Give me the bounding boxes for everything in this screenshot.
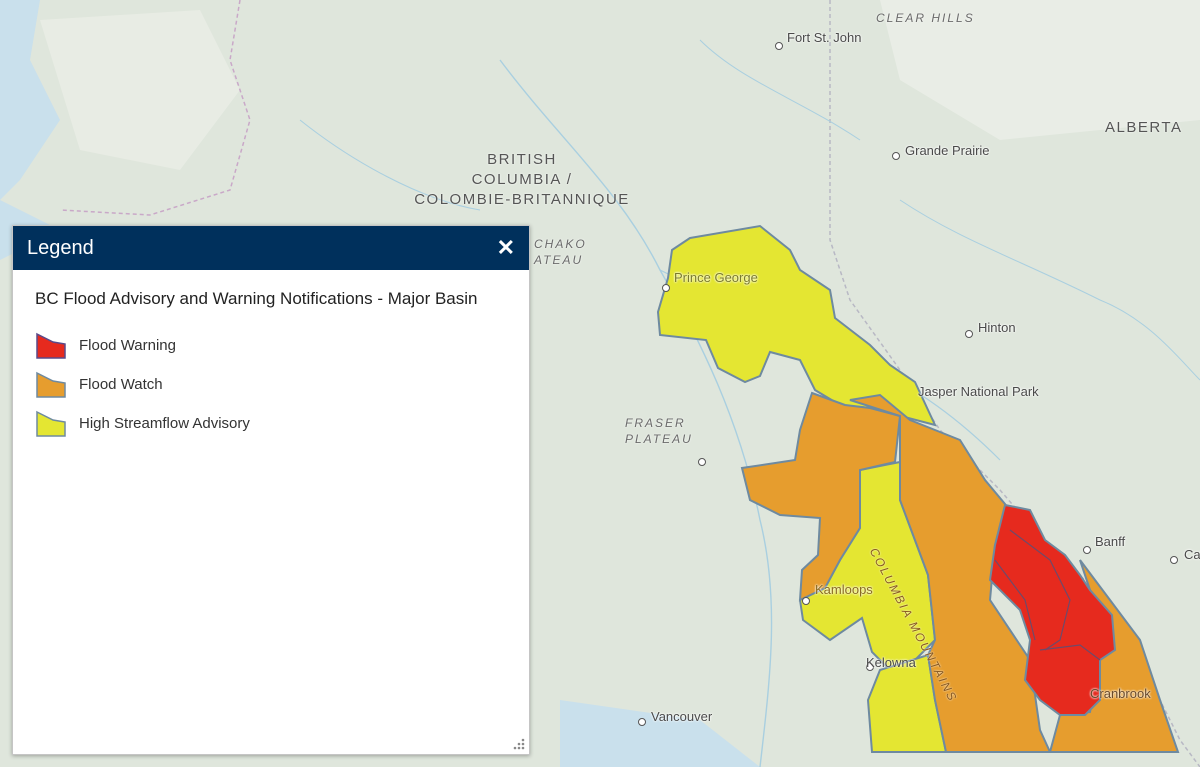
legend-item-flood-watch: Flood Watch: [35, 365, 507, 404]
city-marker[interactable]: [965, 330, 973, 338]
place-label-banff: Banff: [1095, 534, 1126, 549]
place-label-calgary: Ca: [1184, 547, 1200, 562]
feature-label-clear-hills: CLEAR HILLS: [876, 11, 975, 25]
place-label-kelowna: Kelowna: [866, 655, 916, 670]
place-label-kamloops: Kamloops: [815, 582, 873, 597]
city-marker[interactable]: [802, 597, 810, 605]
legend-panel: Legend ✕ BC Flood Advisory and Warning N…: [12, 225, 530, 755]
flood-warning-swatch-icon: [36, 332, 66, 359]
city-marker[interactable]: [698, 458, 706, 466]
place-label-hinton: Hinton: [978, 320, 1016, 335]
legend-label: Flood Warning: [79, 337, 176, 354]
place-label-fort-st-john: Fort St. John: [787, 30, 862, 45]
close-icon[interactable]: ✕: [497, 237, 515, 259]
region-label-bc: BRITISH COLUMBIA / COLOMBIE-BRITANNIQUE: [414, 151, 630, 208]
feature-label-fraser-plateau: FRASER PLATEAU: [625, 416, 693, 446]
legend-header: Legend ✕: [13, 226, 529, 270]
resize-handle-icon[interactable]: [513, 738, 525, 750]
legend-layer-title: BC Flood Advisory and Warning Notificati…: [35, 289, 478, 308]
legend-title: Legend: [27, 236, 94, 259]
high-streamflow-swatch-icon: [36, 410, 66, 437]
place-label-prince-george: Prince George: [674, 270, 758, 285]
city-marker[interactable]: [1170, 556, 1178, 564]
legend-item-flood-warning: Flood Warning: [35, 326, 507, 365]
legend-item-high-streamflow: High Streamflow Advisory: [35, 404, 507, 443]
city-marker[interactable]: [638, 718, 646, 726]
city-marker[interactable]: [775, 42, 783, 50]
city-marker[interactable]: [662, 284, 670, 292]
legend-body: BC Flood Advisory and Warning Notificati…: [13, 270, 529, 461]
place-label-cranbrook: Cranbrook: [1090, 686, 1151, 701]
region-label-alberta: ALBERTA: [1105, 119, 1183, 136]
legend-label: Flood Watch: [79, 376, 163, 393]
feature-label-nechako: CHAKO ATEAU: [534, 237, 587, 267]
place-label-grande-prairie: Grande Prairie: [905, 143, 990, 158]
place-label-vancouver: Vancouver: [651, 709, 713, 724]
flood-watch-swatch-icon: [36, 371, 66, 398]
legend-label: High Streamflow Advisory: [79, 415, 250, 432]
city-marker[interactable]: [892, 152, 900, 160]
place-label-jasper: Jasper National Park: [918, 384, 1039, 399]
city-marker[interactable]: [1083, 546, 1091, 554]
